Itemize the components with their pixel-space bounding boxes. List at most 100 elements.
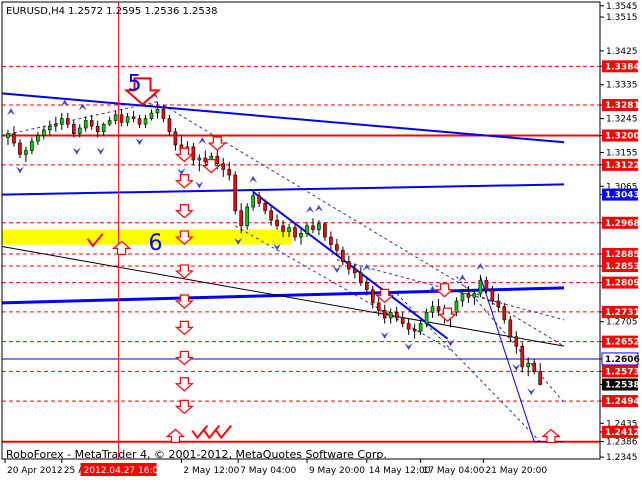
candle-body [167, 118, 172, 133]
candle-body [161, 108, 166, 119]
candle-body [341, 249, 345, 262]
candle-body [490, 289, 495, 302]
candle-body [287, 227, 291, 232]
candle-body [281, 225, 285, 232]
ohlc-label: 1.2572 1.2595 1.2536 1.2538 [68, 6, 218, 17]
candle-body [388, 312, 393, 319]
symbol-label: EURUSD,H4 [6, 6, 65, 17]
y-tick-label: 1.3155 [606, 148, 638, 158]
y-tick-label: 1.2386 [606, 438, 638, 448]
price-tag-label: 1.2968 [605, 219, 640, 229]
candle-body [400, 317, 405, 324]
y-tick-label: 1.3425 [606, 47, 638, 57]
candle-body [466, 293, 471, 298]
candle-body [197, 157, 202, 161]
x-tick-label: 17 May 04:00 [423, 466, 485, 476]
price-tag-label: 1.2606 [605, 355, 640, 365]
candle-body [18, 142, 22, 155]
candle-body [299, 233, 303, 238]
crosshair-time-label: 2012.04.27 16:00 [84, 466, 165, 476]
x-tick-label: 2 May 12:00 [183, 466, 239, 476]
candle-body [77, 127, 82, 134]
price-tag-label: 1.3043 [605, 191, 640, 201]
candle-body [358, 272, 363, 283]
price-tag-label: 1.3281 [605, 101, 640, 111]
x-tick-label: 20 Apr 2012 [7, 466, 63, 476]
candle-body [502, 306, 507, 321]
candle-body [143, 118, 148, 125]
candle-body [95, 125, 100, 133]
candle-body [269, 210, 273, 221]
candle-body [496, 300, 501, 307]
x-tick-label: 21 May 20:00 [485, 466, 547, 476]
candle-body [36, 135, 40, 142]
candle-body [149, 112, 154, 119]
y-tick-label: 1.2345 [606, 453, 638, 463]
candle-body [221, 163, 226, 170]
candle-body [538, 371, 543, 385]
candle-body [125, 116, 130, 123]
candle-body [263, 202, 267, 212]
candle-body [305, 225, 309, 234]
candle-body [484, 280, 489, 291]
candle-body [137, 118, 142, 125]
y-tick-label: 1.3245 [606, 115, 638, 125]
candle-body [173, 131, 178, 146]
price-tag-label: 1.3200 [605, 132, 640, 142]
candle-body [472, 293, 477, 298]
price-tag-label: 1.2573 [605, 367, 640, 377]
candle-body [412, 328, 417, 332]
candle-body [6, 133, 10, 138]
price-tag-label: 1.2885 [605, 250, 640, 260]
candle-body [215, 155, 220, 165]
candle-body [30, 140, 34, 151]
candle-body [54, 123, 58, 127]
price-tag-label: 1.3384 [605, 62, 640, 72]
price-chart[interactable]: 5 6 1.35451.3515 1.3425 1.3384 1.3335 1.3281… [0, 0, 642, 480]
candle-body [508, 319, 513, 338]
candle-body [24, 150, 28, 155]
wave-label-5: 5 [128, 71, 142, 96]
candle-body [293, 227, 297, 238]
candle-body [257, 195, 261, 204]
candle-body [42, 129, 46, 136]
candle-body [329, 236, 333, 245]
candle-body [478, 280, 483, 294]
candle-body [436, 306, 441, 311]
candle-body [430, 306, 435, 313]
price-tag-label: 1.2494 [605, 397, 640, 407]
candle-body [370, 289, 375, 304]
y-tick-label: 1.3515 [606, 13, 638, 23]
candle-body [520, 345, 525, 368]
price-tag-label: 1.3122 [605, 161, 640, 171]
candle-body [101, 123, 106, 133]
candle-body [107, 120, 112, 125]
candle-body [532, 362, 537, 373]
candle-body [71, 123, 76, 134]
candle-body [454, 300, 459, 313]
candle-body [239, 210, 243, 227]
candle-body [364, 281, 369, 291]
y-tick-label: 1.3545 [606, 2, 638, 12]
candle-body [406, 323, 411, 330]
candle-body [12, 133, 16, 144]
y-tick-label: 1.3335 [606, 81, 638, 91]
x-tick-label: 14 May 12:00 [369, 466, 431, 476]
candle-body [119, 114, 124, 123]
candle-body [89, 120, 94, 127]
candle-body [155, 108, 160, 114]
candle-body [382, 310, 387, 319]
price-tag-label: 1.2853 [605, 262, 640, 272]
chart-window[interactable]: 5 6 1.35451.3515 1.3425 1.3384 1.3335 1.3281… [0, 0, 642, 480]
candle-body [376, 302, 381, 311]
price-tag-label: 1.2538 [605, 381, 640, 391]
candle-body [131, 116, 136, 119]
candle-body [59, 118, 64, 125]
candle-body [227, 169, 232, 176]
candle-body [275, 219, 279, 227]
candle-body [311, 225, 315, 230]
wave-label-6: 6 [149, 231, 163, 256]
price-tag-label: 1.2412 [605, 428, 640, 438]
candle-body [65, 118, 70, 125]
candle-body [191, 146, 196, 161]
